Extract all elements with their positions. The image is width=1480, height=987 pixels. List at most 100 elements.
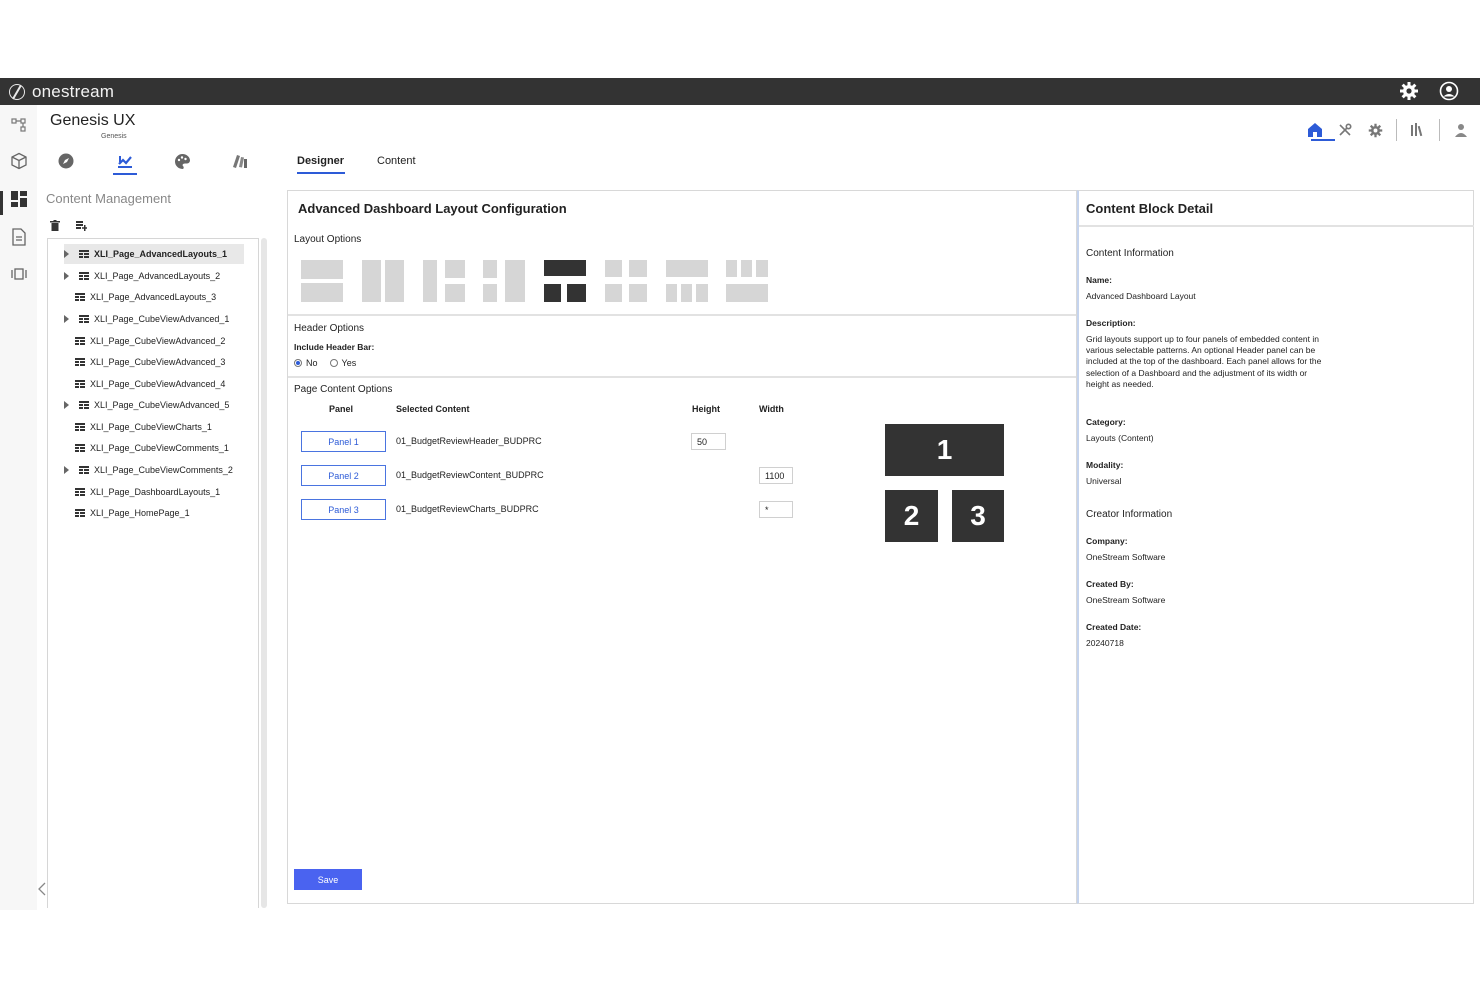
tree-item[interactable]: XLI_Page_CubeViewAdvanced_4 — [75, 374, 225, 394]
tree-item[interactable]: XLI_Page_AdvancedLayouts_3 — [75, 287, 216, 307]
tree-item[interactable]: XLI_Page_AdvancedLayouts_2 — [64, 266, 220, 286]
tree-item[interactable]: XLI_Page_CubeViewCharts_1 — [75, 417, 212, 437]
tab-designer[interactable]: Designer — [297, 155, 344, 167]
compass-icon[interactable] — [56, 151, 76, 171]
app-subtitle: Genesis — [101, 133, 127, 140]
section-divider — [288, 376, 1076, 378]
layout-preview-panel-1: 1 — [885, 424, 1004, 476]
panel-2-button[interactable]: Panel 2 — [301, 465, 386, 486]
tab-content[interactable]: Content — [377, 155, 416, 167]
add-page-icon[interactable] — [76, 218, 88, 236]
page-grid-icon — [75, 380, 85, 388]
layout-option-two-columns[interactable] — [362, 260, 404, 302]
radio-yes-label: Yes — [341, 358, 357, 368]
nav-active-indicator — [113, 173, 137, 175]
settings-gear-icon[interactable] — [1398, 80, 1420, 102]
layout-options-label: Layout Options — [294, 234, 362, 245]
created-by-label: Created By: — [1086, 579, 1134, 589]
creator-information-heading: Creator Information — [1086, 509, 1173, 520]
cube-icon[interactable] — [9, 151, 29, 171]
palette-icon[interactable] — [172, 151, 192, 171]
page-grid-icon — [75, 358, 85, 366]
tree-item[interactable]: XLI_Page_CubeViewComments_2 — [64, 460, 233, 480]
section-divider — [288, 314, 1076, 316]
created-date-value: 20240718 — [1086, 638, 1124, 648]
include-header-bar-label: Include Header Bar: — [294, 342, 375, 352]
top-bar: onestream — [0, 78, 1480, 105]
onestream-logo-icon — [9, 83, 25, 100]
tree-item[interactable]: XLI_Page_AdvancedLayouts_1 — [64, 244, 244, 264]
expand-caret-icon[interactable] — [64, 250, 69, 258]
tree-item[interactable]: XLI_Page_CubeViewAdvanced_1 — [64, 309, 229, 329]
tree-item-label: XLI_Page_AdvancedLayouts_1 — [94, 249, 228, 259]
toolbar-separator — [1439, 119, 1440, 141]
radio-yes[interactable] — [329, 359, 338, 367]
tree-item[interactable]: XLI_Page_HomePage_1 — [75, 503, 190, 523]
layout-option-two-rows[interactable] — [301, 260, 343, 302]
tools-icon[interactable] — [1336, 121, 1354, 139]
panel-2-width-input[interactable]: 1100 — [759, 467, 793, 484]
page-content-options-label: Page Content Options — [294, 384, 393, 395]
delete-icon[interactable] — [50, 218, 60, 236]
page-grid-icon — [75, 509, 85, 517]
layout-option-left-split-right-column[interactable] — [483, 260, 525, 302]
expand-caret-icon[interactable] — [64, 272, 69, 280]
dashboard-icon[interactable] — [9, 189, 29, 209]
collapse-sidebar-chevron-icon[interactable] — [38, 880, 48, 898]
panel-3-width-input[interactable]: * — [759, 501, 793, 518]
description-label: Description: — [1086, 318, 1136, 328]
tree-item[interactable]: XLI_Page_CubeViewComments_1 — [75, 438, 229, 458]
person-icon[interactable] — [1452, 121, 1470, 139]
tree-item[interactable]: XLI_Page_CubeViewAdvanced_2 — [75, 331, 225, 351]
hierarchy-icon[interactable] — [9, 115, 29, 135]
page-grid-icon — [79, 315, 89, 323]
home-icon[interactable] — [1306, 121, 1324, 139]
page-grid-icon — [75, 337, 85, 345]
radio-no-label: No — [306, 358, 318, 368]
page-grid-icon — [79, 401, 89, 409]
home-active-indicator — [1311, 139, 1335, 141]
tree-item-label: XLI_Page_CubeViewComments_1 — [90, 443, 229, 453]
document-icon[interactable] — [9, 227, 29, 247]
name-label: Name: — [1086, 275, 1112, 285]
modality-value: Universal — [1086, 476, 1122, 486]
expand-caret-icon[interactable] — [64, 466, 69, 474]
panel-1-height-input[interactable]: 50 — [691, 433, 726, 450]
expand-caret-icon[interactable] — [64, 315, 69, 323]
tree-item-label: XLI_Page_CubeViewAdvanced_3 — [90, 357, 226, 367]
carousel-icon[interactable] — [9, 264, 29, 284]
tree-item-label: XLI_Page_CubeViewAdvanced_4 — [90, 379, 226, 389]
chart-edit-icon[interactable] — [115, 151, 135, 171]
book-stack-icon[interactable] — [230, 151, 250, 171]
radio-no[interactable] — [294, 359, 302, 367]
tree-item[interactable]: XLI_Page_CubeViewAdvanced_3 — [75, 352, 225, 372]
layout-option-left-column-right-split[interactable] — [423, 260, 465, 302]
layout-preview-panel-2: 2 — [885, 490, 938, 542]
layout-option-top-row-bottom-three[interactable] — [666, 260, 708, 302]
page-grid-icon — [75, 488, 85, 496]
expand-caret-icon[interactable] — [64, 401, 69, 409]
save-button[interactable]: Save — [294, 869, 362, 890]
user-account-icon[interactable] — [1438, 80, 1460, 102]
page-grid-icon — [75, 444, 85, 452]
tree-item[interactable]: XLI_Page_DashboardLayouts_1 — [75, 482, 220, 502]
tree-scrollbar[interactable] — [261, 238, 267, 908]
tab-active-indicator — [297, 172, 345, 174]
tree-item[interactable]: XLI_Page_CubeViewAdvanced_5 — [64, 395, 229, 415]
layout-option-top-three-bottom-row[interactable] — [726, 260, 768, 302]
layout-option-top-row-bottom-split[interactable] — [544, 260, 586, 302]
panel-1-button[interactable]: Panel 1 — [301, 431, 386, 452]
page-grid-icon — [75, 423, 85, 431]
page-grid-icon — [79, 250, 89, 258]
column-header-width: Width — [759, 404, 784, 414]
panel-3-button[interactable]: Panel 3 — [301, 499, 386, 520]
settings-icon[interactable] — [1366, 121, 1384, 139]
header-options-label: Header Options — [294, 323, 365, 334]
brand[interactable]: onestream — [9, 82, 114, 102]
left-rail — [0, 105, 37, 910]
layout-option-four-grid[interactable] — [605, 260, 647, 302]
category-label: Category: — [1086, 417, 1126, 427]
library-icon[interactable] — [1409, 121, 1427, 139]
tree-item-label: XLI_Page_HomePage_1 — [90, 508, 190, 518]
page-grid-icon — [79, 466, 89, 474]
